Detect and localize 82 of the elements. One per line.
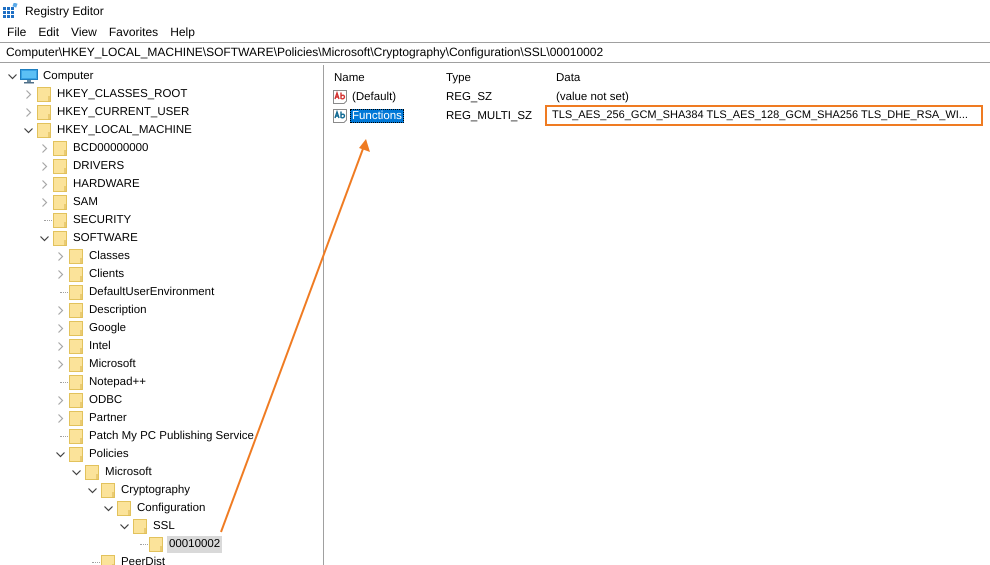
folder-icon (148, 536, 164, 552)
tree-item[interactable]: DRIVERS (71, 158, 126, 174)
tree-item[interactable]: HKEY_LOCAL_MACHINE (55, 122, 194, 138)
column-header[interactable]: Data (546, 72, 990, 84)
tree-item[interactable]: Configuration (135, 500, 208, 516)
tree-item[interactable]: SOFTWARE (71, 230, 140, 246)
tree-item[interactable]: PeerDist (119, 554, 168, 565)
folder-icon (68, 302, 84, 318)
folder-icon (84, 464, 100, 480)
folder-icon (52, 212, 68, 228)
tree-item[interactable]: Cryptography (119, 482, 192, 498)
folder-icon (52, 176, 68, 192)
folder-icon (52, 194, 68, 210)
menu-item[interactable]: File (1, 25, 32, 39)
tree-item[interactable]: Partner (87, 410, 129, 426)
tree-item[interactable]: HARDWARE (71, 176, 142, 192)
folder-icon (68, 338, 84, 354)
table-cell-text: (value not set) (555, 90, 630, 102)
computer-icon (20, 68, 38, 84)
chevron-icon[interactable] (56, 450, 64, 458)
tree-item[interactable]: Computer (41, 68, 96, 84)
folder-icon (68, 428, 84, 444)
folder-icon (68, 284, 84, 300)
folder-icon (52, 230, 68, 246)
tree-item[interactable]: 00010002 (167, 536, 222, 552)
window-title: Registry Editor (25, 4, 104, 18)
value-name[interactable]: (Default) (350, 90, 398, 104)
tree-item[interactable]: Classes (87, 248, 132, 264)
tree-item[interactable]: BCD00000000 (71, 140, 150, 156)
tree-item[interactable]: ODBC (87, 392, 124, 408)
folder-icon (68, 356, 84, 372)
tree-item[interactable]: HKEY_CURRENT_USER (55, 104, 192, 120)
folder-icon (68, 248, 84, 264)
column-header[interactable]: Name (324, 72, 436, 84)
column-header[interactable]: Type (436, 72, 546, 84)
folder-icon (52, 140, 68, 156)
value-name[interactable]: Functions (350, 108, 404, 122)
folder-icon (116, 500, 132, 516)
tree-item[interactable]: SAM (71, 194, 100, 210)
string-value-icon (332, 88, 348, 104)
folder-icon (36, 86, 52, 102)
folder-icon (52, 158, 68, 174)
folder-icon (36, 122, 52, 138)
chevron-icon[interactable] (104, 504, 112, 512)
app-icon (2, 3, 18, 19)
tree-item[interactable]: Notepad++ (87, 374, 148, 390)
tree-item[interactable]: Microsoft (103, 464, 154, 480)
table-cell-text: REG_MULTI_SZ (445, 110, 534, 122)
tree-item[interactable]: DefaultUserEnvironment (87, 284, 216, 300)
tree-item[interactable]: Clients (87, 266, 126, 282)
tree-item[interactable]: Patch My PC Publishing Service (87, 428, 256, 444)
folder-icon (36, 104, 52, 120)
menu-item[interactable]: Help (164, 25, 201, 39)
tree-item[interactable]: SECURITY (71, 212, 134, 228)
chevron-icon[interactable] (120, 522, 128, 530)
chevron-icon[interactable] (40, 234, 48, 242)
tree-item[interactable]: Microsoft (87, 356, 138, 372)
chevron-icon[interactable] (24, 126, 32, 134)
menu-item[interactable]: Favorites (102, 25, 164, 39)
tree-item[interactable]: SSL (151, 518, 177, 534)
tree-item[interactable]: Google (87, 320, 128, 336)
string-value-icon (332, 108, 348, 124)
table-cell-text: REG_SZ (445, 90, 494, 102)
folder-icon (132, 518, 148, 534)
folder-icon (68, 410, 84, 426)
folder-icon (100, 482, 116, 498)
address-bar[interactable]: Computer\HKEY_LOCAL_MACHINE\SOFTWARE\Policies\Microsoft\Cryptography\Configuration\SSL\00010002 (0, 42, 990, 63)
tree-item[interactable]: Description (87, 302, 149, 318)
menu-item[interactable]: Edit (32, 25, 66, 39)
highlighted-cell: TLS_AES_256_GCM_SHA384 TLS_AES_128_GCM_SHA256 TLS_DHE_RSA_WI... (546, 106, 982, 125)
menu-item[interactable]: View (65, 25, 103, 39)
folder-icon (68, 446, 84, 462)
folder-icon (68, 392, 84, 408)
chevron-icon[interactable] (88, 486, 96, 494)
folder-icon (68, 374, 84, 390)
chevron-icon[interactable] (8, 72, 16, 80)
folder-icon (68, 266, 84, 282)
tree-item[interactable]: Intel (87, 338, 113, 354)
tree-item[interactable]: HKEY_CLASSES_ROOT (55, 86, 190, 102)
folder-icon (68, 320, 84, 336)
tree-item[interactable]: Policies (87, 446, 131, 462)
chevron-icon[interactable] (72, 468, 80, 476)
